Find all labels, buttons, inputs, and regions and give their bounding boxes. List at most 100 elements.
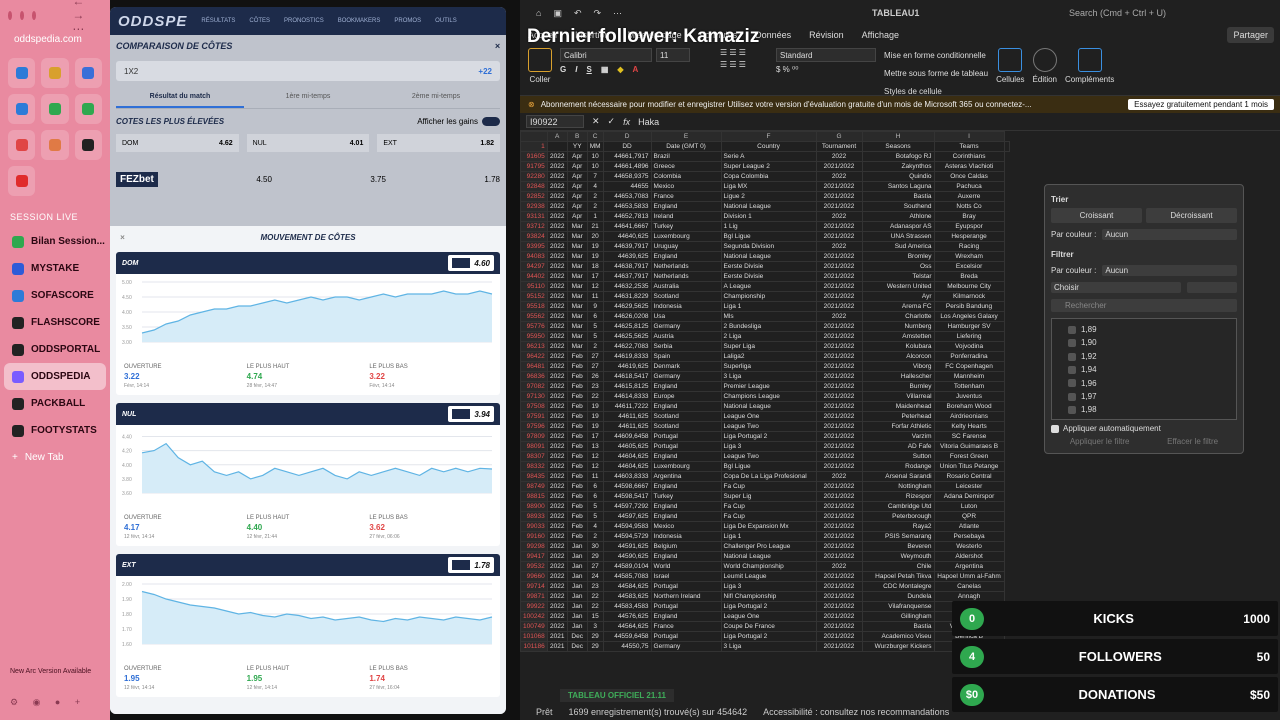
cell[interactable]: Notts Co [933, 201, 1005, 212]
cell[interactable]: 4 [586, 181, 604, 192]
cell[interactable]: Cambridge Utd [861, 501, 935, 512]
cell[interactable]: Apr [566, 151, 588, 162]
best-draw[interactable]: NUL 4.01 [246, 134, 370, 153]
cell[interactable]: 44591,625 [602, 541, 652, 552]
cell[interactable]: 44619,625 [602, 361, 652, 372]
row-header[interactable]: 95950 [520, 331, 548, 342]
pinned-tab[interactable] [8, 58, 36, 88]
cell[interactable]: Ponferradina [933, 351, 1005, 362]
cell[interactable]: 22 [586, 601, 604, 612]
cell[interactable]: 3 Liga [720, 371, 817, 382]
cell[interactable]: Jan [566, 591, 588, 602]
header-cell[interactable]: Tournament [815, 141, 863, 152]
cell[interactable]: Hapoel Umm al-Fahm [933, 571, 1005, 582]
cell[interactable]: Super Liga [720, 341, 817, 352]
cell[interactable]: Peterborough [861, 511, 935, 522]
cell[interactable]: 44653,5833 [602, 201, 652, 212]
cell[interactable]: 44653,7083 [602, 191, 652, 202]
row-header[interactable]: 98900 [520, 501, 548, 512]
table-row[interactable]: 95562 2022 Mar 6 44626,0208 Usa Mls 2022 Charlot… [520, 311, 1010, 322]
cell[interactable]: 2021/2022 [815, 511, 863, 522]
italic-icon[interactable]: I [575, 65, 577, 74]
cell[interactable]: 5 [586, 501, 604, 512]
cell[interactable]: Fa Cup [720, 511, 817, 522]
sidebar-tab[interactable]: PACKBALL [4, 390, 106, 417]
cell[interactable]: 44639,625 [602, 251, 652, 262]
table-row[interactable]: 100242 2022 Jan 15 44576,625 England League On… [520, 611, 1010, 622]
cell[interactable]: Eerste Divisie [720, 261, 817, 272]
edit-group[interactable]: Édition [1033, 48, 1057, 84]
cell[interactable]: 2022 [815, 311, 863, 322]
cell[interactable]: 44590,625 [602, 551, 652, 562]
sort-desc-button[interactable]: Décroissant [1146, 208, 1237, 223]
header-cell[interactable]: MM [586, 141, 604, 152]
cell[interactable]: Varzim [861, 431, 935, 442]
font-select[interactable]: Calibri [560, 48, 652, 62]
cell[interactable]: Mar [566, 321, 588, 332]
cell[interactable]: Fa Cup [720, 481, 817, 492]
maximize-dot[interactable] [32, 10, 37, 20]
cell[interactable]: Feb [566, 461, 588, 472]
cell[interactable]: 2021/2022 [815, 581, 863, 592]
table-row[interactable]: 93995 2022 Mar 19 44639,7917 Uruguay Segunda D… [520, 241, 1010, 252]
market-select[interactable]: 1X2 +22 [116, 61, 500, 81]
cell[interactable]: 15 [586, 611, 604, 622]
cell[interactable]: Airdrieonians [933, 411, 1005, 422]
cell[interactable]: Maidenhead [861, 401, 935, 412]
cell[interactable]: England [650, 201, 722, 212]
cell[interactable]: 27 [586, 351, 604, 362]
cell[interactable]: 2022 [546, 291, 568, 302]
cell[interactable]: Jan [566, 541, 588, 552]
row-header[interactable]: 99714 [520, 581, 548, 592]
cell[interactable]: 44603,8333 [602, 471, 652, 482]
cell[interactable]: Feb [566, 361, 588, 372]
cell[interactable]: 2021/2022 [815, 161, 863, 172]
cell[interactable]: 5 [586, 331, 604, 342]
table-row[interactable]: 96836 2022 Feb 26 44618,5417 Germany 3 Liga 202… [520, 371, 1010, 382]
auto-apply-checkbox[interactable]: Appliquer automatiquement [1051, 424, 1237, 433]
cell[interactable]: 44641,6667 [602, 221, 652, 232]
close-icon[interactable]: × [120, 233, 125, 242]
cell[interactable]: Sutton [861, 451, 935, 462]
cell[interactable]: 2021/2022 [815, 541, 863, 552]
cell[interactable]: 2 [586, 341, 604, 352]
cell[interactable]: 2021/2022 [815, 191, 863, 202]
cell[interactable]: Breda [933, 271, 1005, 282]
cell[interactable]: Division 1 [720, 211, 817, 222]
cell[interactable]: 2021 [546, 641, 568, 652]
cell[interactable]: 44594,9583 [602, 521, 652, 532]
cell[interactable]: 2022 [546, 421, 568, 432]
paste-group[interactable]: Coller [528, 48, 552, 84]
cell[interactable]: Jan [566, 561, 588, 572]
cell[interactable]: Challenger Pro League [720, 541, 817, 552]
cell[interactable]: Kolubara [861, 341, 935, 352]
table-row[interactable]: 97508 2022 Feb 19 44611,7222 England National … [520, 401, 1010, 412]
table-row[interactable]: 99160 2022 Feb 2 44594,5729 Indonesia Liga 1 20… [520, 531, 1010, 542]
cell[interactable]: Apr [566, 161, 588, 172]
cell[interactable]: QPR [933, 511, 1005, 522]
cell[interactable]: 2021/2022 [815, 391, 863, 402]
cell[interactable]: Northern Ireland [650, 591, 722, 602]
site-logo[interactable]: ODDSPE [118, 13, 187, 30]
row-header[interactable]: 99033 [520, 521, 548, 532]
table-row[interactable]: 99922 2022 Jan 22 44583,4583 Portugal Liga Por… [520, 601, 1010, 612]
cell[interactable]: 44597,7292 [602, 501, 652, 512]
cell[interactable]: 44611,625 [602, 411, 652, 422]
table-row[interactable]: 98749 2022 Feb 6 44598,6667 England Fa Cup 2021… [520, 481, 1010, 492]
cell[interactable]: 2021/2022 [815, 521, 863, 532]
cell[interactable]: Copa Colombia [720, 171, 817, 182]
cell[interactable]: 2021/2022 [815, 441, 863, 452]
cell[interactable]: National League [720, 401, 817, 412]
cell[interactable]: Portugal [650, 431, 722, 442]
cell[interactable]: Vilafranquense [861, 601, 935, 612]
redo-icon[interactable]: ↷ [594, 8, 602, 19]
row-header[interactable]: 95776 [520, 321, 548, 332]
cell[interactable]: 19 [586, 251, 604, 262]
cell[interactable]: Fa Cup [720, 501, 817, 512]
toggle-icon[interactable] [482, 117, 500, 127]
checkbox-icon[interactable] [1068, 379, 1076, 388]
cell[interactable]: Feb [566, 521, 588, 532]
cell[interactable]: 2021/2022 [815, 461, 863, 472]
cell[interactable]: League Two [720, 421, 817, 432]
cell[interactable]: Mar [566, 311, 588, 322]
